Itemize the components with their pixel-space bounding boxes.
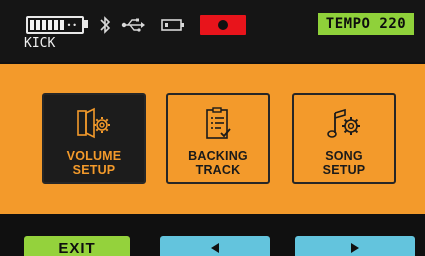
song-setup-label: SONG SETUP <box>322 149 366 177</box>
tempo-value: 220 <box>379 16 407 32</box>
bluetooth-icon <box>96 14 114 36</box>
record-indicator-icon <box>200 15 246 35</box>
sd-card-icon <box>160 14 186 36</box>
next-button[interactable] <box>295 236 415 256</box>
exit-button[interactable]: EXIT <box>24 236 130 256</box>
volume-setup-label: VOLUME SETUP <box>66 149 122 177</box>
tempo-display: TEMPO 220 <box>318 13 414 35</box>
volume-setup-button[interactable]: VOLUME SETUP <box>42 93 146 184</box>
softkey-bar: EXIT <box>0 214 425 256</box>
tempo-label: TEMPO <box>325 16 371 32</box>
checklist-document-icon <box>198 104 238 144</box>
kit-name: KICK <box>24 36 56 51</box>
backing-track-button[interactable]: BACKING TRACK <box>166 93 270 184</box>
battery-icon: •• <box>26 16 84 34</box>
speaker-gear-icon <box>74 104 114 144</box>
device-screen: •• TEMPO 220 KICK VOLUME SETUP BACKING T… <box>0 0 425 256</box>
menu-panel: VOLUME SETUP BACKING TRACK SONG SETUP <box>0 64 425 214</box>
music-note-gear-icon <box>324 104 364 144</box>
battery-tip <box>84 20 88 28</box>
status-bar: •• TEMPO 220 KICK <box>0 0 425 62</box>
right-arrow-icon <box>351 243 359 253</box>
usb-icon <box>120 14 146 36</box>
backing-track-label: BACKING TRACK <box>188 149 248 177</box>
song-setup-button[interactable]: SONG SETUP <box>292 93 396 184</box>
previous-button[interactable] <box>160 236 270 256</box>
left-arrow-icon <box>211 243 219 253</box>
